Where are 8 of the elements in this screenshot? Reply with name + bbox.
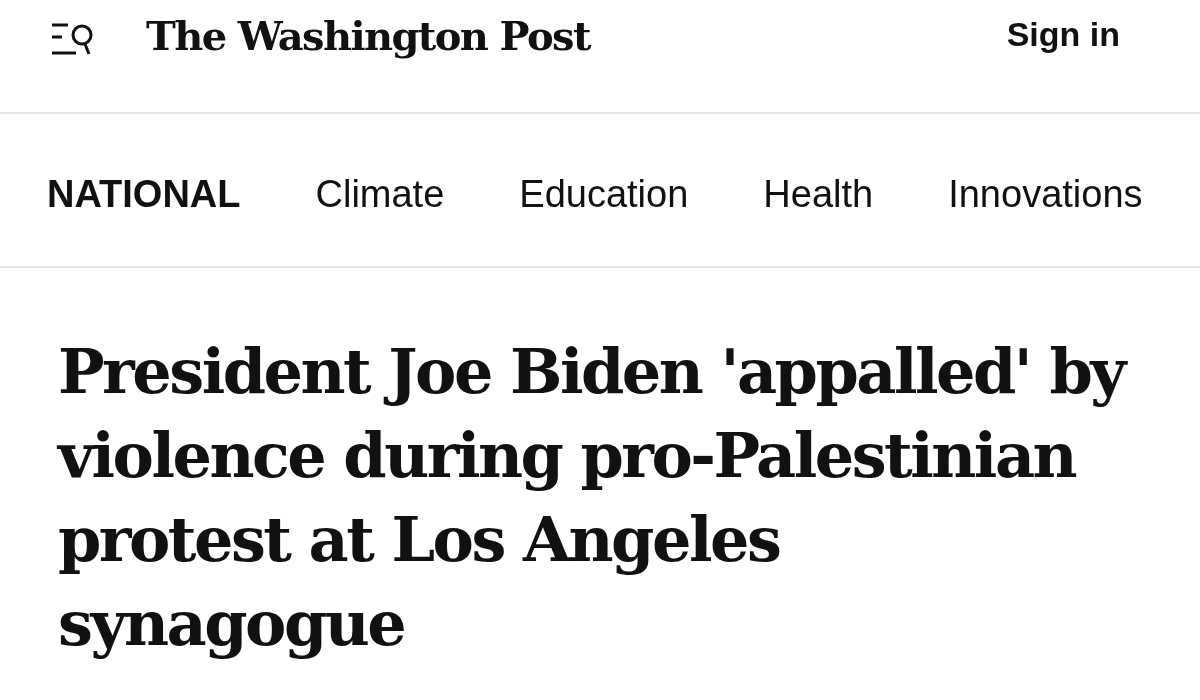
sign-in-button[interactable]: Sign in [1006, 14, 1120, 54]
nav-link[interactable]: Education [519, 172, 689, 216]
nav-link[interactable]: Health [763, 172, 874, 216]
article-headline: President Joe Biden 'appalled' by violence during pro-Palestinian protest at Los Angeles synagogue [58, 330, 1143, 666]
nav-link[interactable]: Innovations [948, 172, 1143, 216]
section-title[interactable]: NATIONAL [47, 172, 241, 216]
nav-link[interactable]: Climate [315, 172, 445, 216]
site-logo[interactable]: The Washington Post [146, 11, 590, 59]
